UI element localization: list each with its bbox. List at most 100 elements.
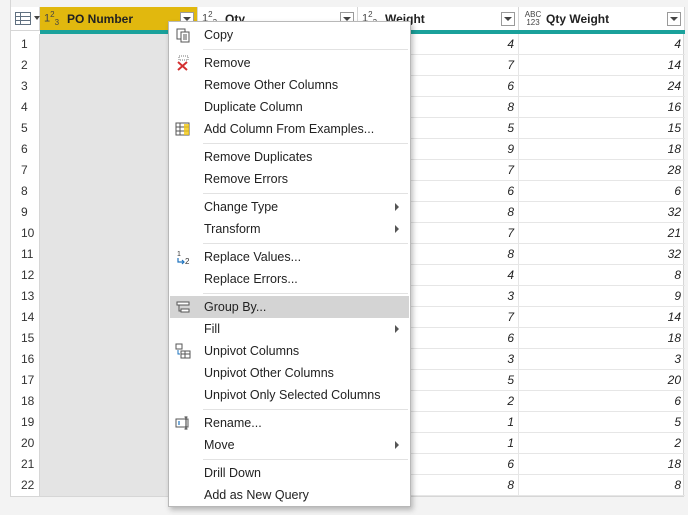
cell-qty-weight[interactable]: 32 (519, 202, 685, 223)
row-number: 8 (11, 181, 40, 202)
menu-item-label: Change Type (204, 200, 279, 214)
cell-qty-weight[interactable]: 21 (519, 223, 685, 244)
cell-qty-weight[interactable]: 28 (519, 160, 685, 181)
menu-item-label: Group By... (204, 300, 267, 314)
menu-separator (203, 49, 408, 50)
replace-values-icon: 12 (175, 249, 191, 266)
cell-qty-weight[interactable]: 24 (519, 76, 685, 97)
menu-item-label: Remove Errors (204, 172, 289, 186)
column-context-menu: Copy Remove Remove Other Columns Duplicate … (168, 21, 411, 507)
menu-item-rename[interactable]: Rename... (170, 412, 409, 434)
row-number: 11 (11, 244, 40, 265)
row-number: 5 (11, 118, 40, 139)
row-number: 7 (11, 160, 40, 181)
whole-number-type-icon[interactable]: 123 (44, 10, 64, 28)
cell-qty-weight[interactable]: 14 (519, 55, 685, 76)
cell-qty-weight[interactable]: 8 (519, 475, 685, 496)
menu-item-replace-errors[interactable]: Replace Errors... (170, 268, 409, 290)
submenu-arrow-icon (395, 441, 399, 449)
menu-item-label: Replace Values... (204, 250, 302, 264)
menu-item-replace-values[interactable]: 1 2 Replace Values... (170, 246, 409, 268)
menu-item-label: Unpivot Columns (204, 344, 300, 358)
cell-qty-weight[interactable]: 5 (519, 412, 685, 433)
menu-item-unpivot-other-columns[interactable]: Unpivot Other Columns (170, 362, 409, 384)
menu-separator (203, 143, 408, 144)
menu-separator (203, 193, 408, 194)
cell-qty-weight[interactable]: 8 (519, 265, 685, 286)
row-number: 4 (11, 97, 40, 118)
group-by-icon (175, 299, 191, 315)
unpivot-icon (175, 343, 191, 359)
row-number: 13 (11, 286, 40, 307)
cell-qty-weight[interactable]: 20 (519, 370, 685, 391)
cell-qty-weight[interactable]: 3 (519, 349, 685, 370)
menu-item-remove-duplicates[interactable]: Remove Duplicates (170, 146, 409, 168)
menu-item-change-type[interactable]: Change Type (170, 196, 409, 218)
row-number: 2 (11, 55, 40, 76)
svg-text:2: 2 (185, 257, 190, 265)
row-number: 18 (11, 391, 40, 412)
menu-item-add-column-from-examples[interactable]: Add Column From Examples... (170, 118, 409, 140)
menu-item-remove[interactable]: Remove (170, 52, 409, 74)
menu-item-group-by[interactable]: Group By... (170, 296, 409, 318)
column-filter-dropdown[interactable] (667, 12, 681, 26)
row-number: 22 (11, 475, 40, 496)
menu-item-transform[interactable]: Transform (170, 218, 409, 240)
cell-qty-weight[interactable]: 15 (519, 118, 685, 139)
cell-qty-weight[interactable]: 16 (519, 97, 685, 118)
menu-separator (203, 243, 408, 244)
cell-qty-weight[interactable]: 18 (519, 139, 685, 160)
any-type-icon[interactable]: ABC 123 (523, 10, 543, 27)
menu-item-drill-down[interactable]: Drill Down (170, 462, 409, 484)
cell-qty-weight[interactable]: 2 (519, 433, 685, 454)
add-column-examples-icon (175, 121, 191, 137)
grid-top-strip (11, 0, 685, 7)
menu-item-unpivot-only-selected-columns[interactable]: Unpivot Only Selected Columns (170, 384, 409, 406)
row-number: 19 (11, 412, 40, 433)
menu-item-remove-other-columns[interactable]: Remove Other Columns (170, 74, 409, 96)
cell-qty-weight[interactable]: 14 (519, 307, 685, 328)
menu-item-label: Duplicate Column (204, 100, 303, 114)
cell-qty-weight[interactable]: 4 (519, 34, 685, 55)
row-number: 16 (11, 349, 40, 370)
cell-qty-weight[interactable]: 6 (519, 181, 685, 202)
menu-item-add-as-new-query[interactable]: Add as New Query (170, 484, 409, 506)
menu-item-label: Add Column From Examples... (204, 122, 375, 136)
cell-qty-weight[interactable]: 32 (519, 244, 685, 265)
menu-separator (203, 459, 408, 460)
menu-item-unpivot-columns[interactable]: Unpivot Columns (170, 340, 409, 362)
submenu-arrow-icon (395, 225, 399, 233)
cell-qty-weight[interactable]: 18 (519, 454, 685, 475)
table-icon (15, 12, 31, 25)
menu-item-duplicate-column[interactable]: Duplicate Column (170, 96, 409, 118)
menu-item-label: Drill Down (204, 466, 261, 480)
table-menu-button[interactable] (11, 7, 40, 31)
column-label: PO Number (67, 11, 134, 26)
menu-item-label: Remove Duplicates (204, 150, 313, 164)
row-number: 20 (11, 433, 40, 454)
menu-item-remove-errors[interactable]: Remove Errors (170, 168, 409, 190)
column-filter-dropdown[interactable] (501, 12, 515, 26)
row-number: 17 (11, 370, 40, 391)
menu-item-label: Copy (204, 28, 234, 42)
menu-separator (203, 409, 408, 410)
menu-item-copy[interactable]: Copy (170, 24, 409, 46)
cell-qty-weight[interactable]: 18 (519, 328, 685, 349)
menu-item-label: Rename... (204, 416, 262, 430)
menu-item-label: Remove Other Columns (204, 78, 339, 92)
row-number: 9 (11, 202, 40, 223)
menu-item-label: Replace Errors... (204, 272, 298, 286)
row-number: 3 (11, 76, 40, 97)
menu-item-fill[interactable]: Fill (170, 318, 409, 340)
cell-qty-weight[interactable]: 9 (519, 286, 685, 307)
cell-qty-weight[interactable]: 6 (519, 391, 685, 412)
menu-item-label: Unpivot Only Selected Columns (204, 388, 381, 402)
copy-icon (175, 27, 191, 43)
row-number: 12 (11, 265, 40, 286)
query-editor: { "columns": [ {"type_top": "1", "type_b… (0, 0, 688, 515)
submenu-arrow-icon (395, 203, 399, 211)
column-header-qty-weight[interactable]: ABC 123 Qty Weight (519, 7, 685, 31)
menu-item-label: Transform (204, 222, 261, 236)
remove-icon (175, 55, 191, 71)
menu-item-move[interactable]: Move (170, 434, 409, 456)
